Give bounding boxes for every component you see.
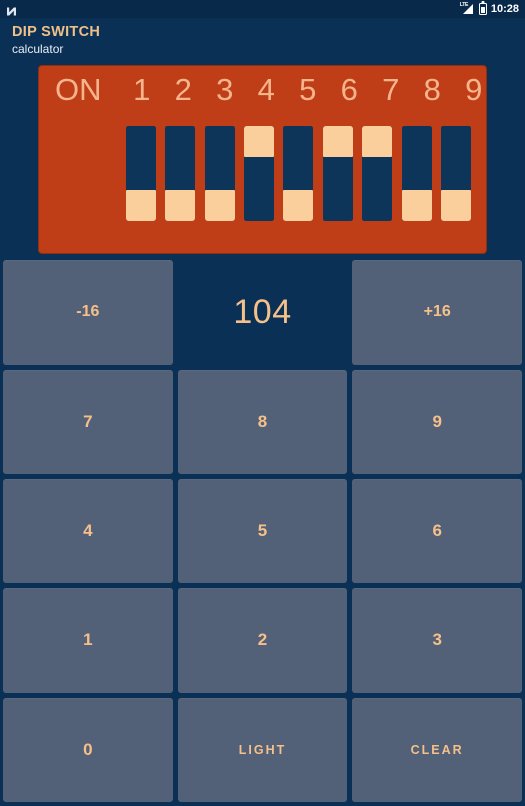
key-1[interactable]: 1 (3, 588, 173, 693)
dip-switch-cell-9 (437, 126, 476, 222)
dip-switch-5[interactable] (283, 126, 314, 222)
dip-switch-8[interactable] (401, 126, 432, 222)
dip-switch-body (125, 126, 156, 191)
key-2[interactable]: 2 (177, 588, 348, 693)
battery-icon (478, 3, 487, 15)
dip-label-8: 8 (423, 72, 441, 108)
dip-switch-cell-7 (358, 126, 397, 222)
dip-label-1: 1 (133, 72, 151, 108)
dip-switch-cell-8 (397, 126, 436, 222)
page-subtitle: calculator (12, 41, 64, 56)
dip-switch-body (244, 157, 275, 222)
key-3[interactable]: 3 (352, 588, 523, 693)
status-bar-right: LTE 10:28 (460, 2, 519, 15)
light-button[interactable]: LIGHT (177, 697, 348, 802)
dip-switch-body (362, 157, 393, 222)
dip-switch-knob (322, 126, 353, 158)
dip-switch-knob (125, 190, 156, 222)
dip-switch-knob (165, 190, 196, 222)
key-0[interactable]: 0 (3, 697, 173, 802)
page-title: DIP SWITCH (12, 24, 101, 40)
dip-panel-container: ON 1 2 3 4 5 6 7 8 9 (0, 65, 525, 255)
keypad-area: -16 104 +16 7 8 9 4 5 6 1 2 3 0 LIGHT CLEAR (0, 254, 525, 806)
dip-switch-1[interactable] (125, 126, 156, 222)
dip-switch-cell-6 (318, 126, 357, 222)
dip-label-4: 4 (257, 72, 275, 108)
dip-switch-body (401, 126, 432, 191)
dip-switch-knob (244, 126, 275, 158)
dip-switch-panel: ON 1 2 3 4 5 6 7 8 9 (38, 65, 487, 255)
app-header: DIP SWITCH calculator (0, 18, 525, 65)
status-bar: LTE 10:28 (0, 0, 525, 18)
dip-switch-2[interactable] (165, 126, 196, 222)
app-root: LTE 10:28 DIP SWITCH calculator ON 1 2 3… (0, 0, 525, 806)
value-display: 104 (233, 292, 292, 331)
key-6[interactable]: 6 (352, 478, 523, 584)
n-logo-icon (6, 4, 17, 15)
dip-switch-knob (401, 190, 432, 222)
status-bar-left (6, 4, 17, 15)
dip-label-7: 7 (382, 72, 400, 108)
dip-switch-cell-4 (239, 126, 278, 222)
dip-label-5: 5 (299, 72, 317, 108)
lte-signal-icon: LTE (460, 2, 475, 15)
increment-button[interactable]: +16 (352, 260, 523, 365)
dip-switch-body (441, 126, 472, 191)
dip-label-2: 2 (174, 72, 192, 108)
keypad-row-3: 123 (0, 588, 525, 693)
keypad-row-4: 0 LIGHT CLEAR (0, 697, 525, 802)
key-5[interactable]: 5 (177, 478, 348, 584)
dip-switch-cell-5 (279, 126, 318, 222)
dip-on-label: ON (55, 72, 102, 108)
dip-switch-3[interactable] (204, 126, 235, 222)
dip-label-9: 9 (465, 72, 483, 108)
decrement-button[interactable]: -16 (3, 260, 173, 365)
dip-switch-body (204, 126, 235, 191)
dip-switch-body (322, 157, 353, 222)
key-9[interactable]: 9 (352, 369, 523, 474)
display-row: -16 104 +16 (0, 260, 525, 365)
dip-label-6: 6 (340, 72, 358, 108)
dip-switch-knob (441, 190, 472, 222)
clock-time: 10:28 (490, 2, 519, 15)
keypad-row-2: 456 (0, 478, 525, 584)
dip-switch-knob (283, 190, 314, 222)
dip-switch-body (283, 126, 314, 191)
dip-switch-body (165, 126, 196, 191)
key-7[interactable]: 7 (3, 369, 173, 474)
dip-switch-cell-3 (200, 126, 239, 222)
key-4[interactable]: 4 (3, 478, 173, 584)
dip-switch-row (49, 126, 476, 222)
dip-switch-6[interactable] (322, 126, 353, 222)
dip-switch-9[interactable] (441, 126, 472, 222)
dip-switch-knob (204, 190, 235, 222)
keypad-row-1: 789 (0, 369, 525, 474)
key-8[interactable]: 8 (177, 369, 348, 474)
dip-switch-knob (362, 126, 393, 158)
dip-switch-4[interactable] (244, 126, 275, 222)
dip-switch-cell-1 (121, 126, 160, 222)
dip-switch-cell-2 (160, 126, 199, 222)
dip-label-row: ON 1 2 3 4 5 6 7 8 9 (49, 72, 482, 120)
dip-label-3: 3 (216, 72, 234, 108)
dip-switch-7[interactable] (362, 126, 393, 222)
clear-button[interactable]: CLEAR (352, 697, 523, 802)
